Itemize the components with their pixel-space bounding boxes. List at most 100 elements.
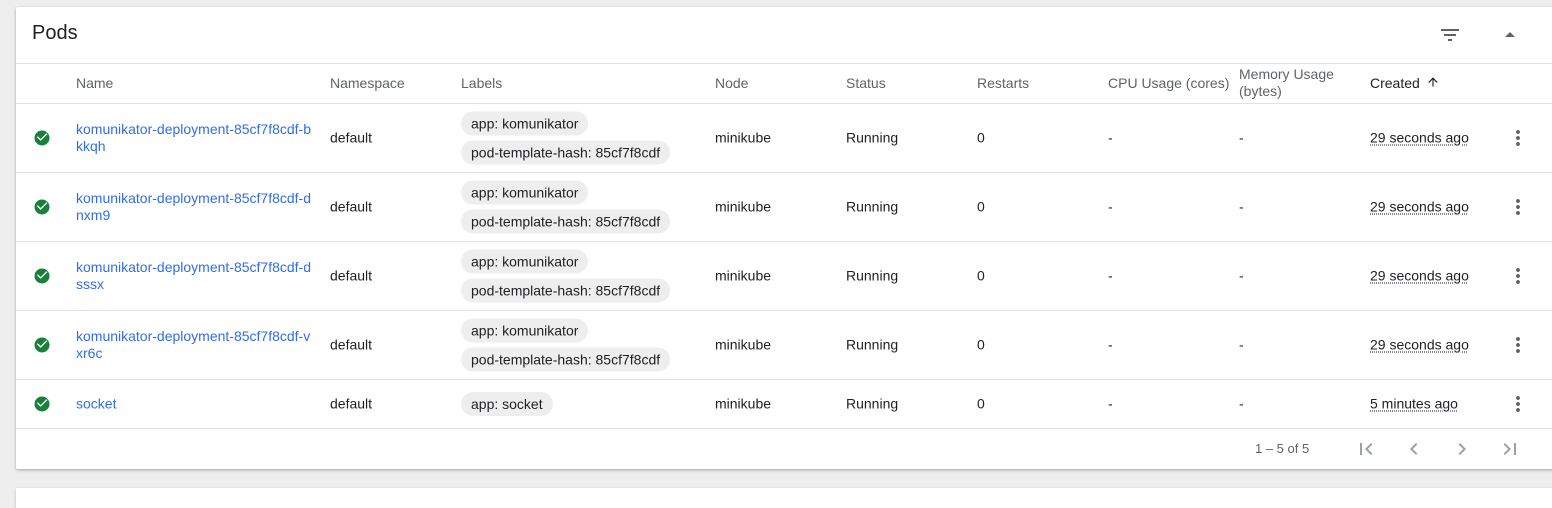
pod-name-link[interactable]: komunikator-deployment-85cf7f8cdf-dnxm9 [76,190,316,224]
column-header-memory-line1: Memory Usage [1239,66,1334,82]
pod-name-link[interactable]: komunikator-deployment-85cf7f8cdf-vxr6c [76,328,316,362]
pod-restarts: 0 [977,130,985,147]
pod-node: minikube [715,130,771,147]
column-header-created-label: Created [1370,75,1420,91]
pod-node: minikube [715,396,771,413]
pod-namespace: default [330,337,372,354]
pod-name-cell: socket [76,396,316,413]
table-header: Name Namespace Labels Node Status Restar… [16,64,1552,104]
label-chip: pod-template-hash: 85cf7f8cdf [461,348,670,372]
column-header-node[interactable]: Node [715,75,748,92]
check-circle-icon [33,267,51,285]
column-header-name[interactable]: Name [76,75,113,92]
pod-memory-usage: - [1239,199,1244,216]
column-header-created[interactable]: Created [1370,75,1440,92]
last-page-icon[interactable] [1498,437,1522,461]
pod-namespace: default [330,396,372,413]
table-row[interactable]: komunikator-deployment-85cf7f8cdf-bkkqh d… [16,104,1552,173]
column-header-status[interactable]: Status [846,75,886,92]
pod-cpu-usage: - [1108,199,1113,216]
pod-name-cell: komunikator-deployment-85cf7f8cdf-vxr6c [76,328,316,362]
table-row[interactable]: komunikator-deployment-85cf7f8cdf-vxr6c d… [16,311,1552,380]
pod-created: 29 seconds ago [1370,268,1469,285]
pod-node: minikube [715,199,771,216]
pod-labels: app: komunikator pod-template-hash: 85cf7… [461,245,670,308]
pod-name-link[interactable]: komunikator-deployment-85cf7f8cdf-bkkqh [76,121,316,155]
paginator-range-label: 1 – 5 of 5 [1255,441,1309,456]
more-vert-icon[interactable] [1506,195,1530,219]
table-row[interactable]: komunikator-deployment-85cf7f8cdf-dnxm9 d… [16,173,1552,242]
pod-labels: app: komunikator pod-template-hash: 85cf7… [461,107,670,170]
pod-namespace: default [330,199,372,216]
pods-card: Pods Name Namespace Labels Node Status R… [16,7,1552,469]
more-vert-icon[interactable] [1506,392,1530,416]
pod-created: 29 seconds ago [1370,199,1469,216]
pod-status: Running [846,199,898,216]
arrow-upward-icon [1426,75,1440,89]
pod-namespace: default [330,268,372,285]
pod-name-link[interactable]: socket [76,396,316,413]
column-header-memory[interactable]: Memory Usage (bytes) [1239,66,1334,100]
pod-memory-usage: - [1239,268,1244,285]
check-circle-icon [33,198,51,216]
pod-name-link[interactable]: komunikator-deployment-85cf7f8cdf-dsssx [76,259,316,293]
pod-memory-usage: - [1239,130,1244,147]
column-header-restarts[interactable]: Restarts [977,75,1029,92]
pod-cpu-usage: - [1108,130,1113,147]
pod-status: Running [846,337,898,354]
filter-list-icon[interactable] [1438,23,1462,47]
pod-node: minikube [715,337,771,354]
card-header: Pods [16,7,1552,64]
label-chip: pod-template-hash: 85cf7f8cdf [461,210,670,234]
pod-cpu-usage: - [1108,396,1113,413]
pod-labels: app: komunikator pod-template-hash: 85cf7… [461,176,670,239]
pod-restarts: 0 [977,199,985,216]
pod-namespace: default [330,130,372,147]
card-title: Pods [32,22,78,45]
check-circle-icon [33,336,51,354]
pod-cpu-usage: - [1108,268,1113,285]
arrow-drop-up-icon[interactable] [1498,23,1522,47]
pod-node: minikube [715,268,771,285]
label-chip: pod-template-hash: 85cf7f8cdf [461,141,670,165]
pod-restarts: 0 [977,337,985,354]
label-chip: app: komunikator [461,112,588,136]
pod-name-cell: komunikator-deployment-85cf7f8cdf-dnxm9 [76,190,316,224]
pod-status: Running [846,396,898,413]
more-vert-icon[interactable] [1506,126,1530,150]
table-row[interactable]: komunikator-deployment-85cf7f8cdf-dsssx d… [16,242,1552,311]
paginator: 1 – 5 of 5 [16,428,1552,469]
pod-created: 5 minutes ago [1370,396,1458,413]
check-circle-icon [33,395,51,413]
column-header-memory-line2: (bytes) [1239,83,1282,99]
pod-cpu-usage: - [1108,337,1113,354]
more-vert-icon[interactable] [1506,264,1530,288]
pod-restarts: 0 [977,396,985,413]
pod-restarts: 0 [977,268,985,285]
check-circle-icon [33,129,51,147]
pod-name-cell: komunikator-deployment-85cf7f8cdf-bkkqh [76,121,316,155]
table-row[interactable]: socket default app: socket minikube Running 0… [16,380,1552,429]
pod-status: Running [846,268,898,285]
pod-name-cell: komunikator-deployment-85cf7f8cdf-dsssx [76,259,316,293]
pod-memory-usage: - [1239,396,1244,413]
pod-status: Running [846,130,898,147]
pod-labels: app: komunikator pod-template-hash: 85cf7… [461,314,670,377]
pod-memory-usage: - [1239,337,1244,354]
chevron-left-icon[interactable] [1402,437,1426,461]
column-header-cpu[interactable]: CPU Usage (cores) [1108,75,1229,92]
label-chip: app: komunikator [461,250,588,274]
pod-labels: app: socket [461,387,553,421]
next-card [16,488,1552,508]
pod-created: 29 seconds ago [1370,130,1469,147]
chevron-right-icon[interactable] [1450,437,1474,461]
column-header-labels: Labels [461,75,502,92]
first-page-icon[interactable] [1354,437,1378,461]
label-chip: app: komunikator [461,319,588,343]
pod-created: 29 seconds ago [1370,337,1469,354]
column-header-namespace[interactable]: Namespace [330,75,405,92]
label-chip: app: komunikator [461,181,588,205]
label-chip: app: socket [461,392,553,416]
label-chip: pod-template-hash: 85cf7f8cdf [461,279,670,303]
more-vert-icon[interactable] [1506,333,1530,357]
